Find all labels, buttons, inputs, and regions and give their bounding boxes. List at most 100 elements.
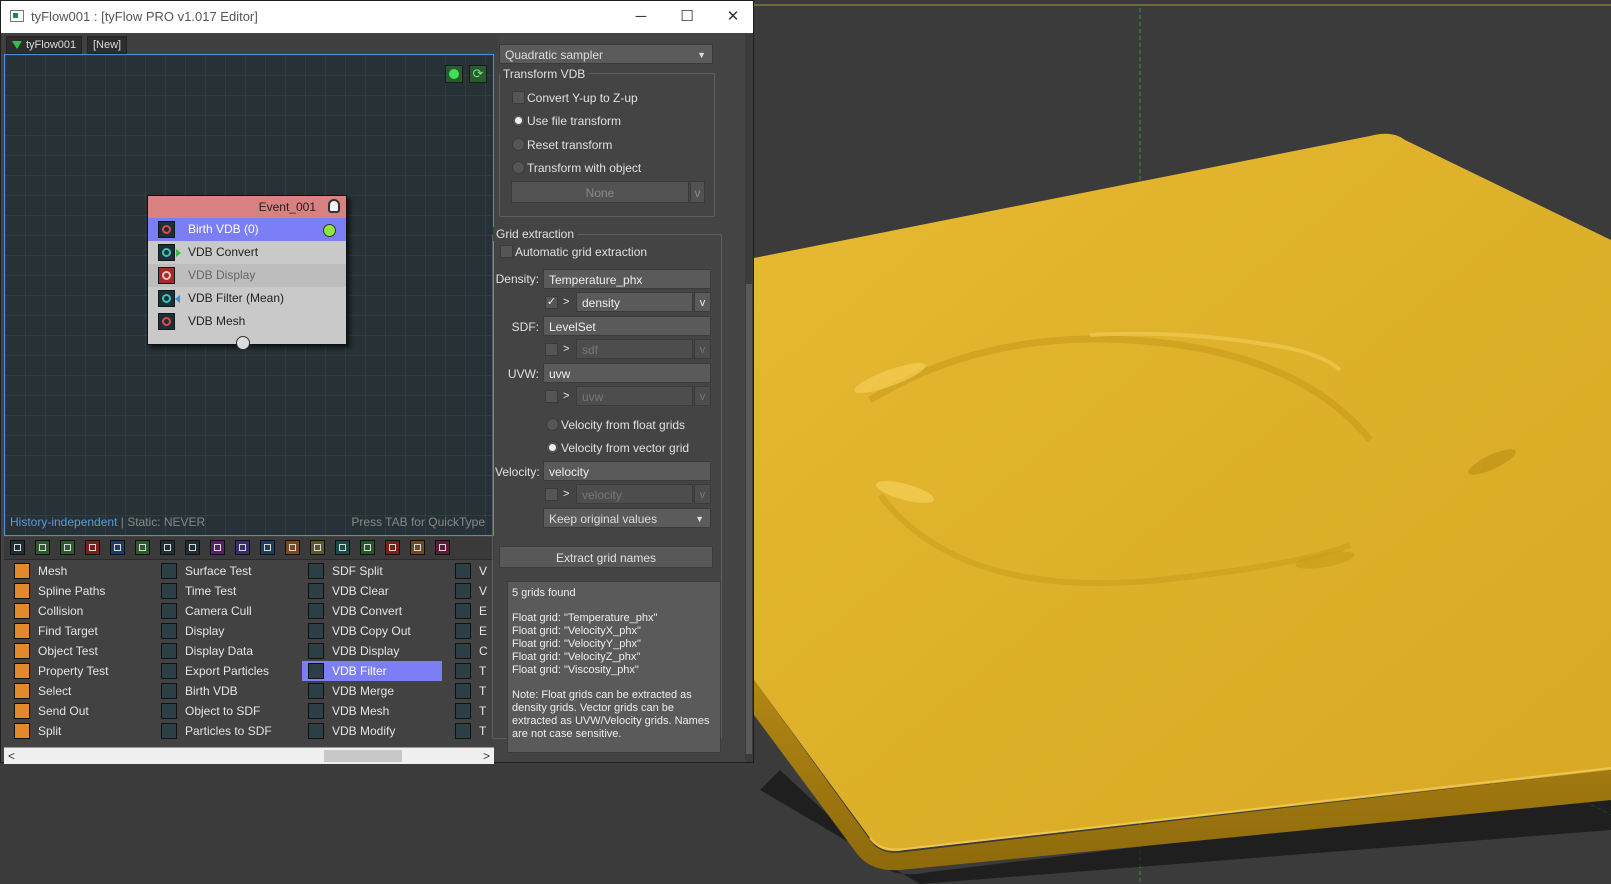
palette-item[interactable]: Birth VDB (155, 681, 295, 701)
enable-flow-button[interactable] (445, 65, 463, 83)
reset-transform-radio[interactable] (512, 138, 525, 151)
palette-item[interactable]: Send Out (8, 701, 148, 721)
palette-item[interactable]: Object to SDF (155, 701, 295, 721)
palette-item[interactable]: T (449, 681, 489, 701)
category-icon[interactable] (285, 540, 300, 555)
palette-item[interactable]: Property Test (8, 661, 148, 681)
palette-item[interactable]: T (449, 701, 489, 721)
minimize-button[interactable]: ─ (618, 1, 664, 33)
tab-new[interactable]: [New] (87, 36, 128, 54)
velocity-grid-field[interactable]: velocity (543, 461, 711, 481)
palette-item[interactable]: T (449, 661, 489, 681)
palette-item[interactable]: SDF Split (302, 561, 442, 581)
velocity-from-float-radio[interactable] (546, 418, 559, 431)
use-file-transform-radio[interactable] (512, 114, 525, 127)
transform-object-picker[interactable]: None (511, 181, 689, 203)
palette-item[interactable]: Find Target (8, 621, 148, 641)
velocity-channel-menu[interactable]: v (694, 484, 711, 504)
palette-item[interactable]: VDB Modify (302, 721, 442, 741)
palette-item[interactable]: VDB Mesh (302, 701, 442, 721)
scroll-left-icon[interactable]: < (8, 748, 15, 764)
category-icon[interactable] (360, 540, 375, 555)
category-icon[interactable] (85, 540, 100, 555)
palette-item[interactable]: VDB Convert (302, 601, 442, 621)
uvw-grid-field[interactable]: uvw (543, 363, 711, 383)
operator-vdb-display[interactable]: VDB Display (148, 264, 346, 287)
palette-item[interactable]: VDB Display (302, 641, 442, 661)
category-icon[interactable] (210, 540, 225, 555)
transform-object-menu[interactable]: v (690, 181, 705, 203)
palette-item[interactable]: E (449, 601, 489, 621)
palette-item[interactable]: T (449, 721, 489, 741)
palette-item[interactable]: C (449, 641, 489, 661)
category-icon[interactable] (410, 540, 425, 555)
category-icon[interactable] (60, 540, 75, 555)
density-grid-field[interactable]: Temperature_phx (543, 269, 711, 289)
palette-item[interactable]: Select (8, 681, 148, 701)
palette-item[interactable]: VDB Clear (302, 581, 442, 601)
density-channel-field[interactable]: density (576, 292, 693, 312)
category-icon[interactable] (385, 540, 400, 555)
uvw-channel-menu[interactable]: v (694, 386, 711, 406)
uvw-channel-field[interactable]: uvw (576, 386, 693, 406)
operator-palette[interactable]: Mesh Spline Paths Collision Find Target Obje… (4, 559, 494, 746)
palette-item[interactable]: Object Test (8, 641, 148, 661)
category-icon[interactable] (110, 540, 125, 555)
extract-grid-names-button[interactable]: Extract grid names (499, 546, 713, 568)
density-override-checkbox[interactable]: ✓ (545, 296, 558, 309)
palette-item[interactable]: Mesh (8, 561, 148, 581)
event-output-port[interactable] (236, 336, 250, 350)
convert-y-up-checkbox[interactable] (512, 91, 525, 104)
sdf-grid-field[interactable]: LevelSet (543, 316, 711, 336)
palette-item[interactable]: V (449, 581, 489, 601)
operator-vdb-mesh[interactable]: VDB Mesh (148, 310, 346, 333)
category-icon[interactable] (185, 540, 200, 555)
close-button[interactable]: ✕ (710, 1, 756, 33)
palette-item[interactable]: Display Data (155, 641, 295, 661)
density-channel-menu[interactable]: v (694, 292, 711, 312)
scroll-right-icon[interactable]: > (483, 748, 490, 764)
operator-vdb-filter[interactable]: VDB Filter (Mean) (148, 287, 346, 310)
category-icon[interactable] (260, 540, 275, 555)
operator-vdb-convert[interactable]: VDB Convert (148, 241, 346, 264)
velocity-channel-field[interactable]: velocity (576, 484, 693, 504)
palette-item[interactable]: Export Particles (155, 661, 295, 681)
sampler-dropdown[interactable]: Quadratic sampler ▼ (499, 44, 713, 64)
transform-with-object-radio[interactable] (512, 161, 525, 174)
sdf-channel-field[interactable]: sdf (576, 339, 693, 359)
title-bar[interactable]: tyFlow001 : [tyFlow PRO v1.017 Editor] ─… (1, 1, 753, 33)
palette-item[interactable]: Particles to SDF (155, 721, 295, 741)
uvw-override-checkbox[interactable] (545, 390, 558, 403)
category-icon[interactable] (235, 540, 250, 555)
palette-item[interactable]: Display (155, 621, 295, 641)
palette-horizontal-scrollbar[interactable]: < > (4, 747, 494, 764)
palette-item[interactable]: Spline Paths (8, 581, 148, 601)
event-node[interactable]: Event_001 Birth VDB (0) VDB Convert VDB … (147, 195, 347, 345)
palette-item[interactable]: Camera Cull (155, 601, 295, 621)
palette-item[interactable]: Split (8, 721, 148, 741)
palette-item[interactable]: VDB Filter (302, 661, 442, 681)
maximize-button[interactable]: ☐ (664, 1, 710, 33)
palette-item[interactable]: Surface Test (155, 561, 295, 581)
palette-item[interactable]: VDB Copy Out (302, 621, 442, 641)
output-connector[interactable] (323, 224, 336, 237)
sdf-override-checkbox[interactable] (545, 343, 558, 356)
lightbulb-icon[interactable] (328, 199, 340, 213)
palette-item[interactable]: V (449, 561, 489, 581)
category-icon[interactable] (35, 540, 50, 555)
category-icon[interactable] (310, 540, 325, 555)
history-independent-link[interactable]: History-independent (10, 515, 117, 529)
palette-item[interactable]: Collision (8, 601, 148, 621)
tab-tyflow001[interactable]: tyFlow001 (6, 36, 83, 54)
category-icon[interactable] (135, 540, 150, 555)
keep-values-dropdown[interactable]: Keep original values ▼ (543, 508, 711, 528)
category-icon[interactable] (160, 540, 175, 555)
category-icon[interactable] (10, 540, 25, 555)
scrollbar-thumb[interactable] (746, 284, 752, 754)
palette-item[interactable]: Time Test (155, 581, 295, 601)
panel-vertical-scrollbar[interactable] (745, 34, 753, 762)
automatic-grid-extraction-checkbox[interactable] (500, 245, 513, 258)
category-icon[interactable] (435, 540, 450, 555)
palette-item[interactable]: E (449, 621, 489, 641)
operator-birth-vdb[interactable]: Birth VDB (0) (148, 218, 346, 241)
